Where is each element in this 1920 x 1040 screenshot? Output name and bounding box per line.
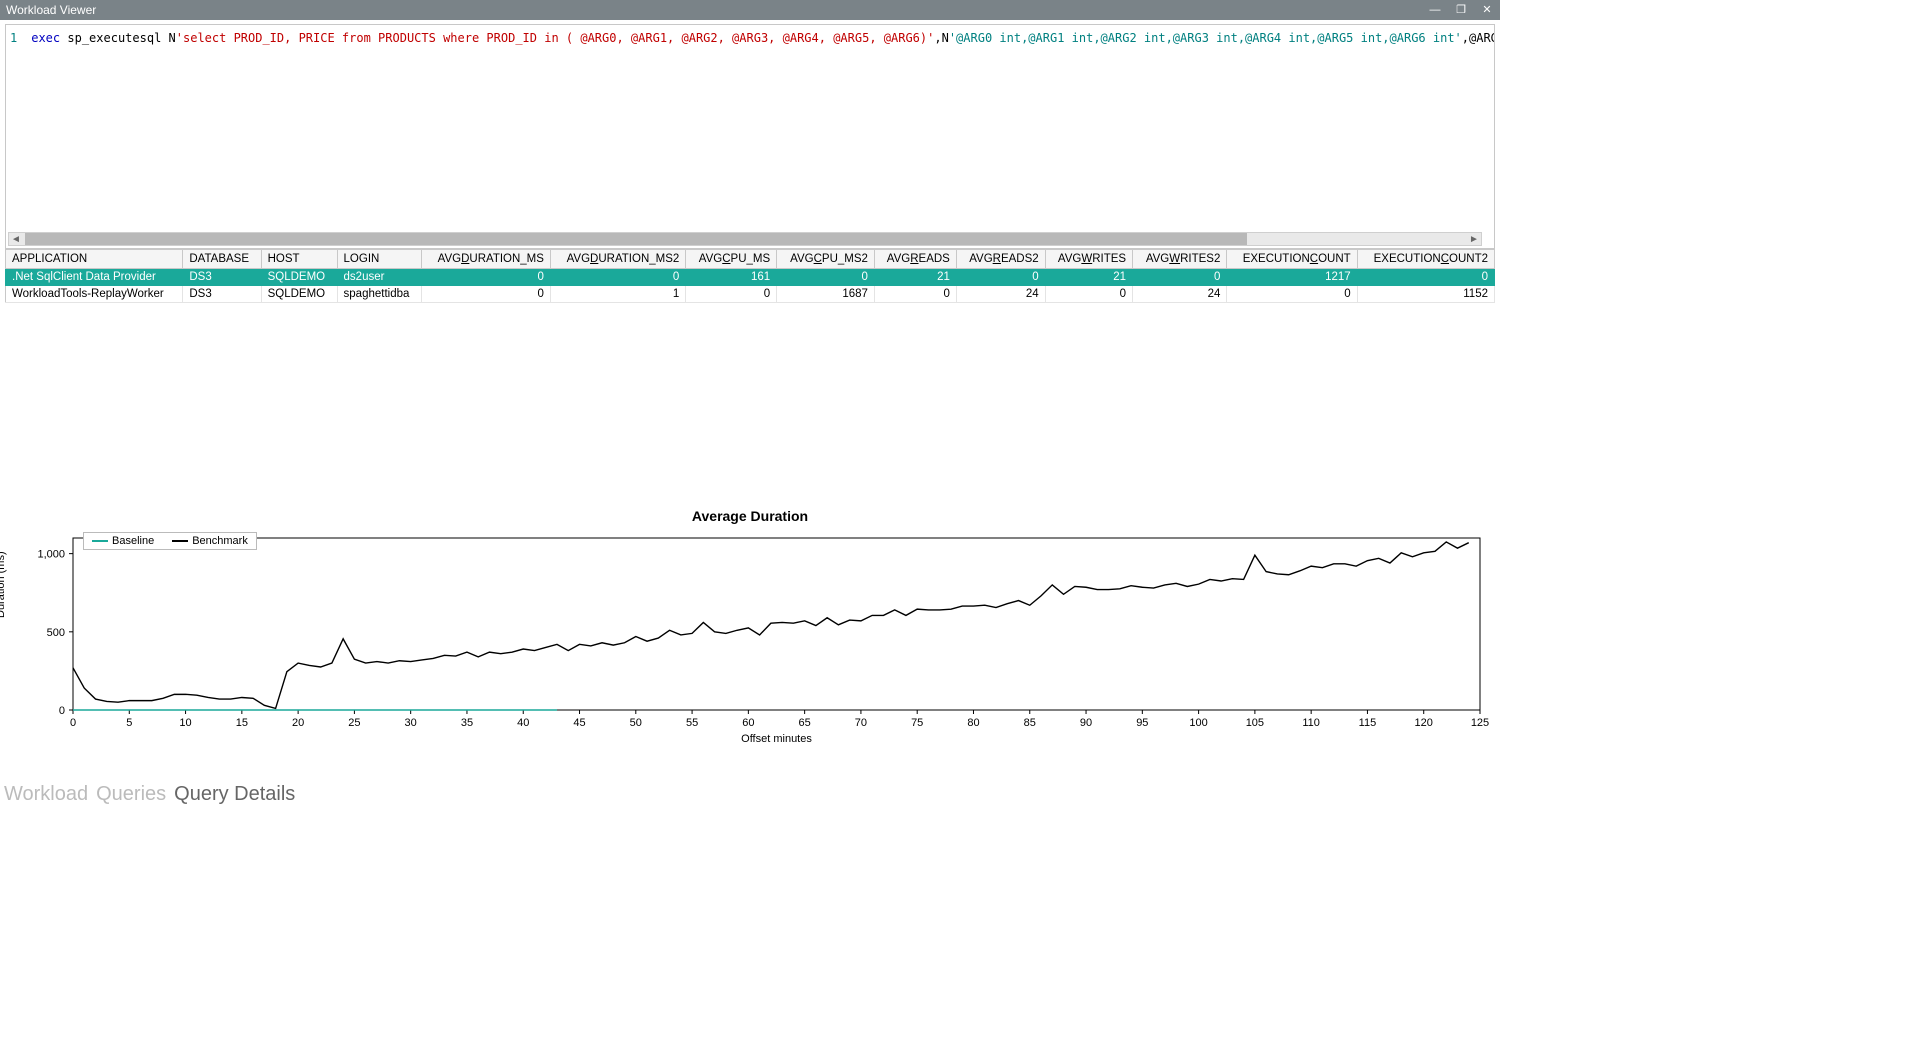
svg-text:10: 10 — [179, 717, 191, 729]
svg-text:15: 15 — [236, 717, 248, 729]
svg-text:120: 120 — [1415, 717, 1433, 729]
chart-legend: Baseline Benchmark — [83, 532, 257, 550]
column-header[interactable]: AVGWRITES — [1045, 250, 1132, 269]
svg-text:1,000: 1,000 — [37, 549, 65, 561]
svg-text:50: 50 — [630, 717, 642, 729]
results-grid[interactable]: APPLICATIONDATABASEHOSTLOGINAVGDURATION_… — [5, 249, 1495, 303]
column-header[interactable]: AVGDURATION_MS — [422, 250, 550, 269]
legend-entry: Benchmark — [172, 535, 248, 547]
svg-text:0: 0 — [70, 717, 76, 729]
maximize-button[interactable]: ❐ — [1448, 0, 1474, 20]
svg-text:35: 35 — [461, 717, 473, 729]
svg-text:115: 115 — [1359, 717, 1377, 729]
svg-text:30: 30 — [405, 717, 417, 729]
line-number: 1 — [10, 31, 24, 45]
sql-keyword: exec — [31, 31, 60, 45]
sql-proc: sp_executesql — [67, 31, 161, 45]
svg-text:65: 65 — [799, 717, 811, 729]
svg-text:105: 105 — [1246, 717, 1264, 729]
column-header[interactable]: AVGREADS — [874, 250, 956, 269]
window-title: Workload Viewer — [6, 3, 96, 17]
svg-text:70: 70 — [855, 717, 867, 729]
svg-text:90: 90 — [1080, 717, 1092, 729]
column-header[interactable]: AVGCPU_MS — [686, 250, 777, 269]
column-header[interactable]: AVGWRITES2 — [1133, 250, 1227, 269]
svg-text:40: 40 — [517, 717, 529, 729]
bottom-tabs: Workload Queries Query Details — [4, 783, 303, 806]
chart-title: Average Duration — [5, 508, 1495, 524]
close-button[interactable]: ✕ — [1474, 0, 1500, 20]
column-header[interactable]: AVGCPU_MS2 — [777, 250, 875, 269]
table-row[interactable]: .Net SqlClient Data ProviderDS3SQLDEMOds… — [6, 269, 1495, 286]
svg-text:5: 5 — [126, 717, 132, 729]
svg-text:110: 110 — [1302, 717, 1320, 729]
y-axis-label: Duration (ms) — [0, 551, 7, 618]
svg-text:500: 500 — [47, 627, 65, 639]
svg-text:75: 75 — [911, 717, 923, 729]
svg-text:20: 20 — [292, 717, 304, 729]
svg-text:55: 55 — [686, 717, 698, 729]
sql-params: ,@ARG0=870,@ARG1=95417,@ARG2=190199,@ARG… — [1462, 31, 1495, 45]
sql-type-string: '@ARG0 int,@ARG1 int,@ARG2 int,@ARG3 int… — [949, 31, 1462, 45]
horizontal-scrollbar[interactable]: ◄ ► — [8, 232, 1482, 246]
svg-text:95: 95 — [1136, 717, 1148, 729]
svg-text:25: 25 — [348, 717, 360, 729]
column-header[interactable]: LOGIN — [337, 250, 422, 269]
column-header[interactable]: APPLICATION — [6, 250, 183, 269]
minimize-button[interactable]: — — [1422, 0, 1448, 20]
column-header[interactable]: HOST — [261, 250, 337, 269]
column-header[interactable]: EXECUTIONCOUNT2 — [1357, 250, 1494, 269]
table-row[interactable]: WorkloadTools-ReplayWorkerDS3SQLDEMOspag… — [6, 286, 1495, 303]
column-header[interactable]: AVGDURATION_MS2 — [550, 250, 685, 269]
column-header[interactable]: AVGREADS2 — [956, 250, 1045, 269]
svg-text:125: 125 — [1471, 717, 1489, 729]
svg-text:Offset minutes: Offset minutes — [741, 733, 812, 745]
tab-workload[interactable]: Workload — [4, 783, 88, 805]
tab-query-details[interactable]: Query Details — [174, 783, 295, 805]
column-header[interactable]: EXECUTIONCOUNT — [1227, 250, 1357, 269]
svg-text:60: 60 — [742, 717, 754, 729]
titlebar: Workload Viewer — ❐ ✕ — [0, 0, 1500, 20]
sql-query-string: 'select PROD_ID, PRICE from PRODUCTS whe… — [176, 31, 935, 45]
line-chart[interactable]: 0 500 1,000 0 5 10 15 20 25 30 35 40 45 50 55 60 65 70 75 8… — [5, 528, 1495, 750]
svg-text:45: 45 — [573, 717, 585, 729]
legend-entry: Baseline — [92, 535, 154, 547]
chart-panel: Average Duration BaselineBenchmark Durat… — [5, 508, 1495, 753]
sql-editor[interactable]: 1 exec sp_executesql N'select PROD_ID, P… — [5, 24, 1495, 249]
svg-text:80: 80 — [967, 717, 979, 729]
tab-queries[interactable]: Queries — [96, 783, 166, 805]
svg-text:100: 100 — [1189, 717, 1207, 729]
svg-text:0: 0 — [59, 705, 65, 717]
column-header[interactable]: DATABASE — [183, 250, 261, 269]
svg-text:85: 85 — [1024, 717, 1036, 729]
